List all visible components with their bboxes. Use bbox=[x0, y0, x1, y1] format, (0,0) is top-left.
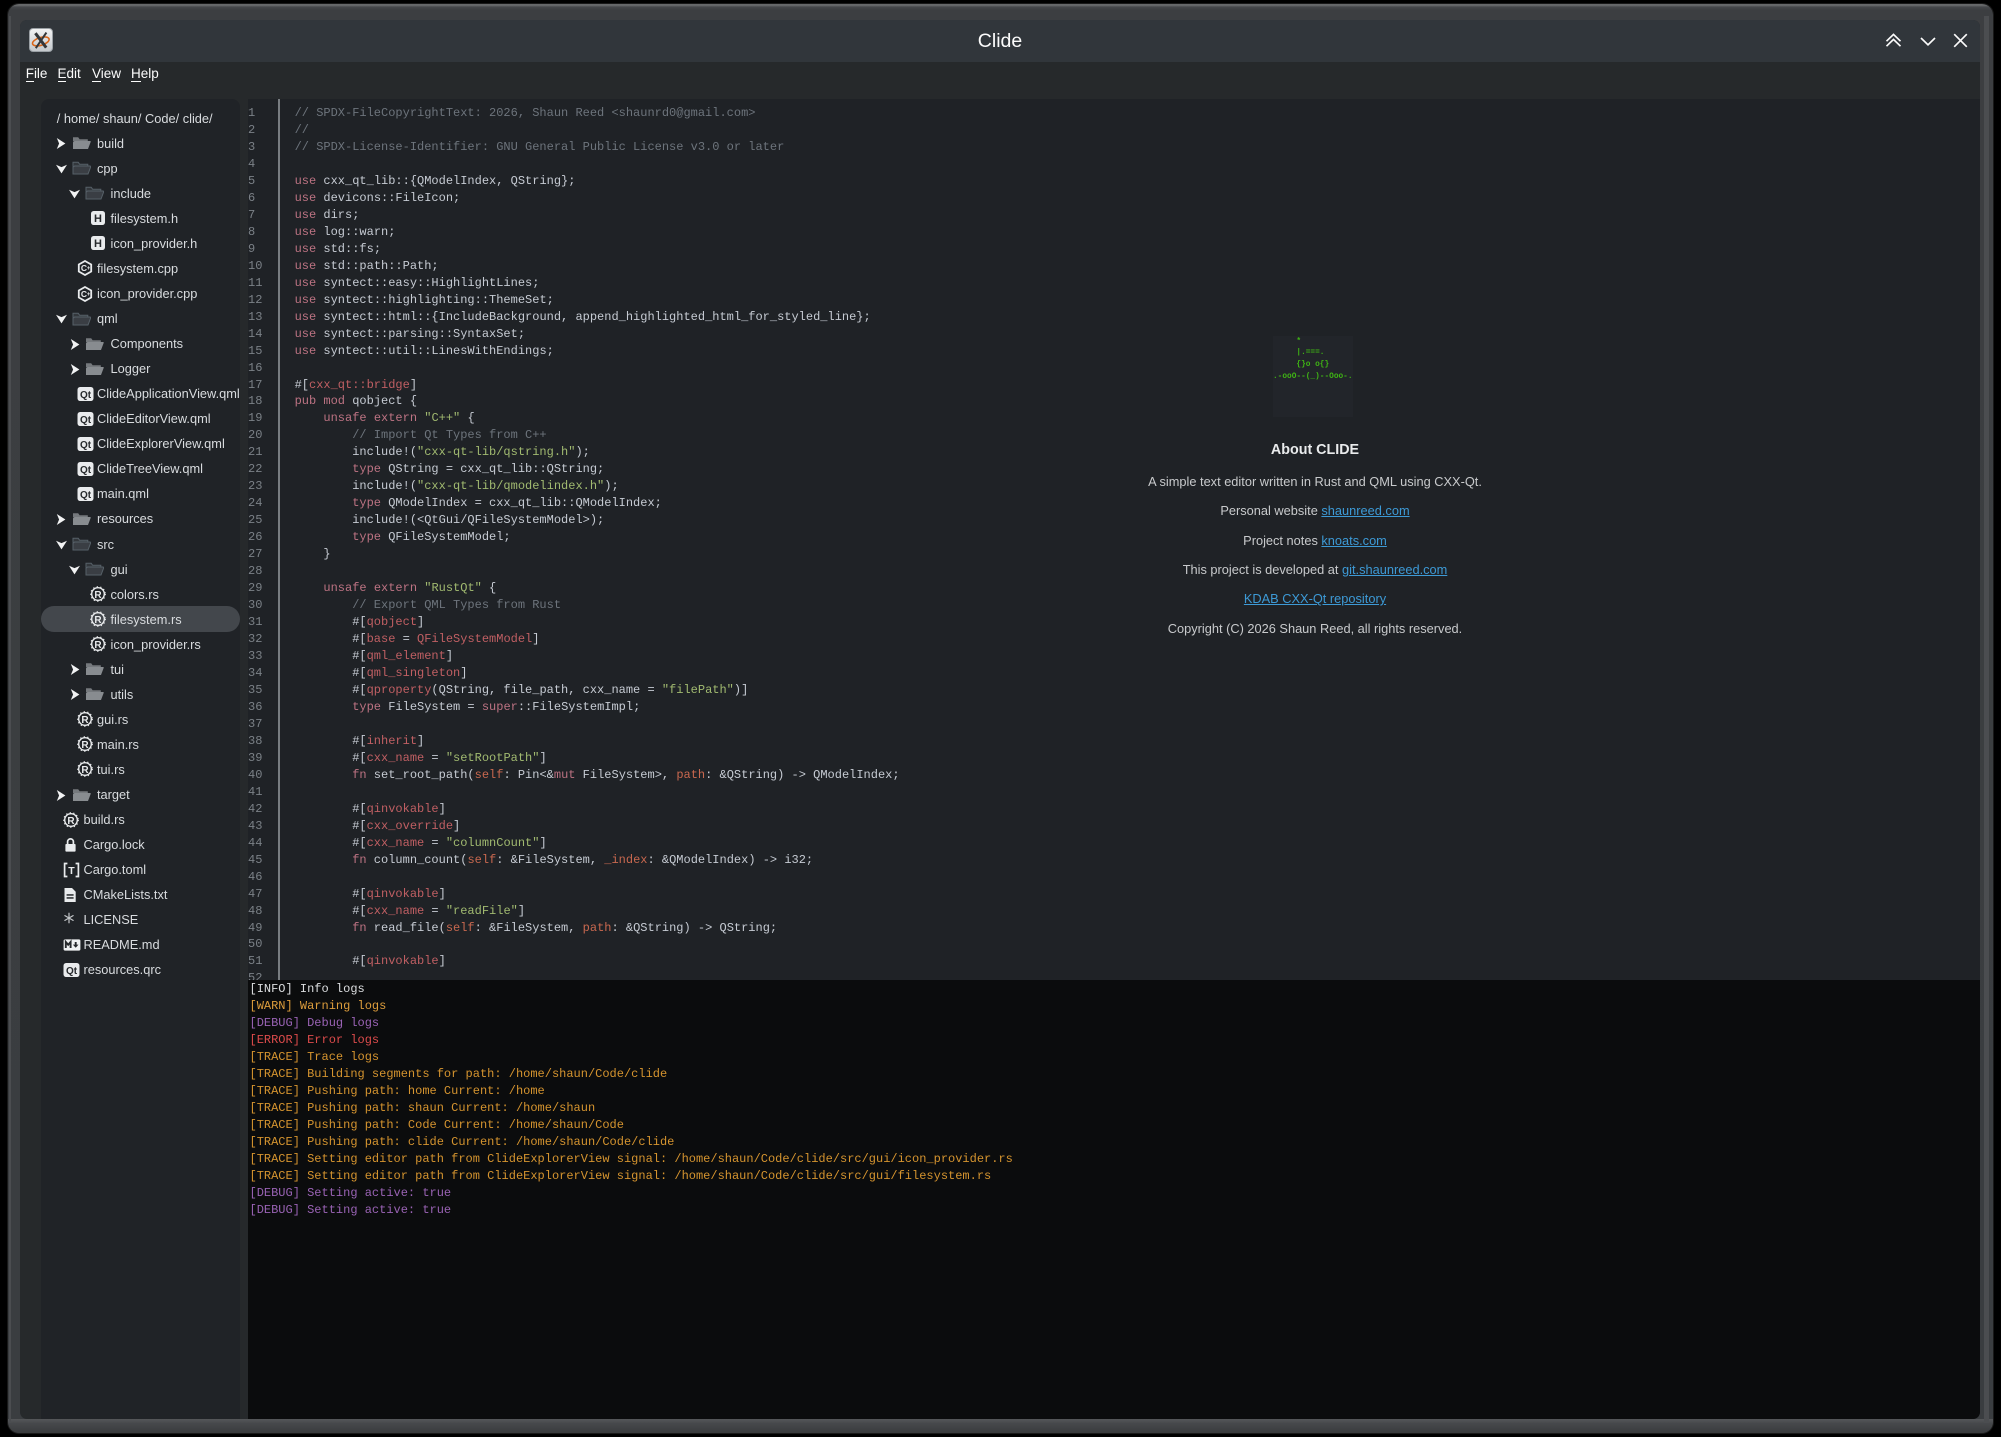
svg-text:Qt: Qt bbox=[66, 966, 78, 977]
svg-text:R: R bbox=[81, 715, 89, 726]
svg-text:Qt: Qt bbox=[79, 389, 91, 400]
svg-text:+: + bbox=[86, 292, 90, 298]
svg-text:Qt: Qt bbox=[79, 440, 91, 451]
svg-text:R: R bbox=[94, 615, 102, 626]
svg-text:+: + bbox=[86, 266, 90, 272]
svg-text:H: H bbox=[94, 213, 102, 225]
svg-text:R: R bbox=[81, 765, 89, 776]
svg-text:H: H bbox=[94, 238, 102, 250]
svg-text:Qt: Qt bbox=[79, 465, 91, 476]
svg-text:Qt: Qt bbox=[79, 415, 91, 426]
svg-text:R: R bbox=[67, 815, 75, 826]
svg-text:R: R bbox=[81, 740, 89, 751]
svg-text:Qt: Qt bbox=[79, 490, 91, 501]
svg-text:R: R bbox=[94, 640, 102, 651]
svg-text:R: R bbox=[94, 590, 102, 601]
svg-text:T: T bbox=[68, 865, 75, 877]
